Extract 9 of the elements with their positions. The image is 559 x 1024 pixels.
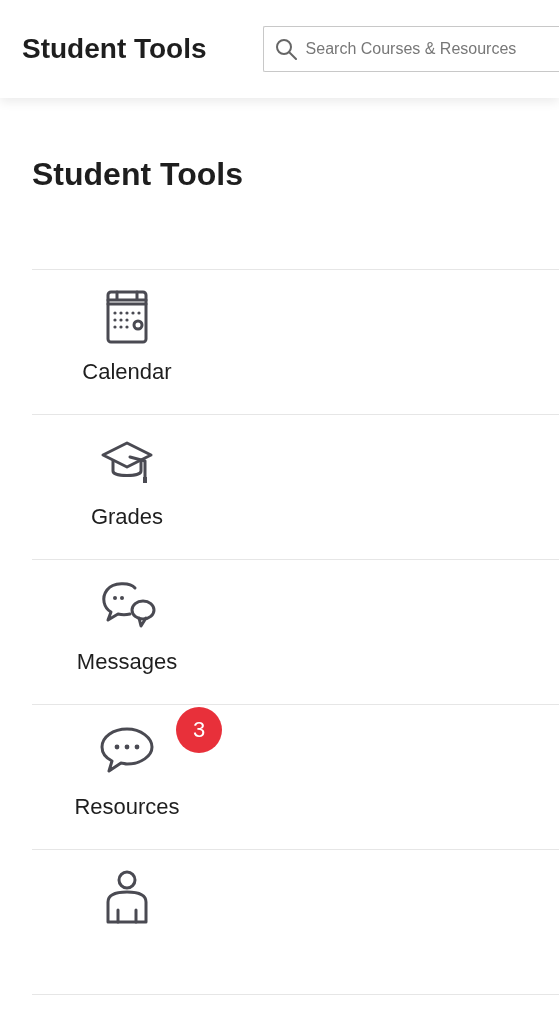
page-title: Student Tools [32, 155, 244, 194]
app-title: Student Tools [22, 33, 207, 65]
search-field[interactable]: Search Courses & Resources [262, 26, 559, 72]
search-icon [274, 38, 297, 60]
count-badge: 3 [176, 707, 222, 753]
tool-tile[interactable]: Calendar [32, 270, 222, 386]
tool-tile[interactable]: Resources 3 [32, 705, 222, 821]
tool-tile[interactable]: Messages [32, 560, 222, 676]
tool-tile[interactable]: Grades [32, 415, 222, 531]
